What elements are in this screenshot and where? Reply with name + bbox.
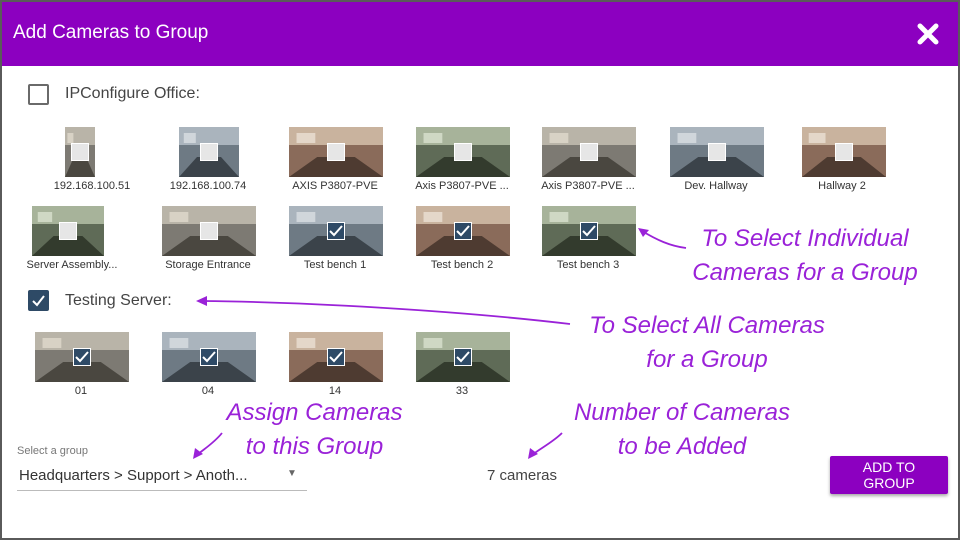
- camera-checkbox[interactable]: [59, 222, 77, 240]
- annotation-line: To Select Individual: [701, 225, 909, 252]
- camera-label: 192.168.100.74: [169, 180, 247, 192]
- camera-tile[interactable]: Axis P3807-PVE ...: [528, 127, 648, 199]
- group-label-ipconfigure-office: IPConfigure Office:: [65, 85, 200, 102]
- annotation-line: Cameras for a Group: [692, 259, 918, 286]
- camera-checkbox[interactable]: [71, 143, 89, 161]
- camera-thumbnail: [416, 332, 510, 382]
- camera-thumbnail: [65, 127, 95, 177]
- camera-checkbox[interactable]: [580, 143, 598, 161]
- camera-checkbox[interactable]: [327, 348, 345, 366]
- camera-label: Hallway 2: [818, 180, 866, 192]
- camera-tile[interactable]: Server Assembly...: [12, 206, 132, 278]
- camera-checkbox[interactable]: [454, 222, 472, 240]
- camera-checkbox[interactable]: [580, 222, 598, 240]
- annotation-select-individual: To Select Individual Cameras for a Group: [670, 222, 940, 290]
- group-checkbox-ipconfigure-office[interactable]: [28, 84, 49, 105]
- dialog-header: Add Cameras to Group: [2, 2, 958, 66]
- camera-tile[interactable]: Dev. Hallway: [656, 127, 776, 199]
- annotation-select-all: To Select All Cameras for a Group: [562, 309, 852, 377]
- camera-checkbox[interactable]: [200, 348, 218, 366]
- add-cameras-dialog: Add Cameras to Group IPConfigure Office:…: [0, 0, 960, 540]
- annotation-number-of-cameras: Number of Cameras to be Added: [547, 396, 817, 464]
- camera-label: Dev. Hallway: [684, 180, 748, 192]
- camera-thumbnail: [416, 127, 510, 177]
- group-label-testing-server: Testing Server:: [65, 292, 172, 309]
- camera-tile[interactable]: Storage Entrance: [148, 206, 268, 278]
- camera-checkbox[interactable]: [73, 348, 91, 366]
- camera-label: Axis P3807-PVE ...: [415, 180, 509, 192]
- camera-tile[interactable]: 33: [402, 332, 522, 404]
- group-select-value: Headquarters > Support > Anoth...: [19, 467, 248, 484]
- camera-label: AXIS P3807-PVE: [292, 180, 378, 192]
- camera-tile[interactable]: 192.168.100.74: [148, 127, 268, 199]
- camera-thumbnail: [289, 206, 383, 256]
- chevron-down-icon: ▼: [287, 468, 297, 479]
- camera-tile[interactable]: 01: [21, 332, 141, 404]
- camera-checkbox[interactable]: [200, 143, 218, 161]
- camera-checkbox[interactable]: [200, 222, 218, 240]
- camera-count: 7 cameras: [487, 467, 558, 484]
- annotation-line: Number of Cameras: [573, 399, 791, 426]
- camera-thumbnail: [162, 206, 256, 256]
- arrowhead: [196, 296, 207, 306]
- camera-thumbnail: [32, 206, 104, 256]
- annotation-line: Assign Cameras: [226, 399, 403, 426]
- camera-thumbnail: [162, 332, 256, 382]
- camera-tile[interactable]: AXIS P3807-PVE: [275, 127, 395, 199]
- camera-tile[interactable]: Test bench 1: [275, 206, 395, 278]
- camera-tile[interactable]: Test bench 2: [402, 206, 522, 278]
- camera-tile[interactable]: 192.168.100.51: [32, 127, 152, 199]
- camera-tile[interactable]: Test bench 3: [528, 206, 648, 278]
- camera-thumbnail: [179, 127, 239, 177]
- select-group-label: Select a group: [17, 445, 88, 457]
- annotation-line: To Select All Cameras: [589, 312, 825, 339]
- arrowhead: [528, 448, 538, 459]
- add-to-group-button[interactable]: ADD TO GROUP: [830, 456, 948, 494]
- camera-thumbnail: [542, 206, 636, 256]
- group-checkbox-testing-server[interactable]: [28, 290, 49, 311]
- camera-label: 192.168.100.51: [53, 180, 131, 192]
- camera-thumbnail: [35, 332, 129, 382]
- camera-thumbnail: [670, 127, 764, 177]
- annotation-line: to be Added: [617, 433, 747, 460]
- camera-tile[interactable]: Axis P3807-PVE ...: [402, 127, 522, 199]
- camera-checkbox[interactable]: [327, 143, 345, 161]
- camera-checkbox[interactable]: [708, 143, 726, 161]
- camera-thumbnail: [289, 127, 383, 177]
- camera-checkbox[interactable]: [454, 348, 472, 366]
- camera-label: Test bench 1: [303, 259, 367, 271]
- camera-label: Axis P3807-PVE ...: [541, 180, 635, 192]
- camera-thumbnail: [542, 127, 636, 177]
- group-select[interactable]: Headquarters > Support > Anoth... ▼: [17, 460, 307, 491]
- camera-tile[interactable]: Hallway 2: [782, 127, 902, 199]
- camera-label: Test bench 2: [430, 259, 494, 271]
- camera-checkbox[interactable]: [327, 222, 345, 240]
- camera-checkbox[interactable]: [454, 143, 472, 161]
- annotation-line: for a Group: [646, 346, 768, 373]
- camera-label: Server Assembly...: [26, 259, 118, 271]
- camera-label: 01: [74, 385, 88, 397]
- camera-tile[interactable]: 14: [275, 332, 395, 404]
- camera-checkbox[interactable]: [835, 143, 853, 161]
- camera-thumbnail: [802, 127, 886, 177]
- annotation-line: to this Group: [245, 433, 384, 460]
- camera-label: Storage Entrance: [165, 259, 251, 271]
- annotation-assign-cameras: Assign Cameras to this Group: [202, 396, 427, 464]
- camera-thumbnail: [416, 206, 510, 256]
- dialog-title: Add Cameras to Group: [13, 22, 209, 43]
- camera-label: Test bench 3: [556, 259, 620, 271]
- camera-tile[interactable]: 04: [148, 332, 268, 404]
- close-icon[interactable]: [914, 18, 942, 48]
- camera-thumbnail: [289, 332, 383, 382]
- arrow-to-testing-server-checkbox: [201, 300, 571, 325]
